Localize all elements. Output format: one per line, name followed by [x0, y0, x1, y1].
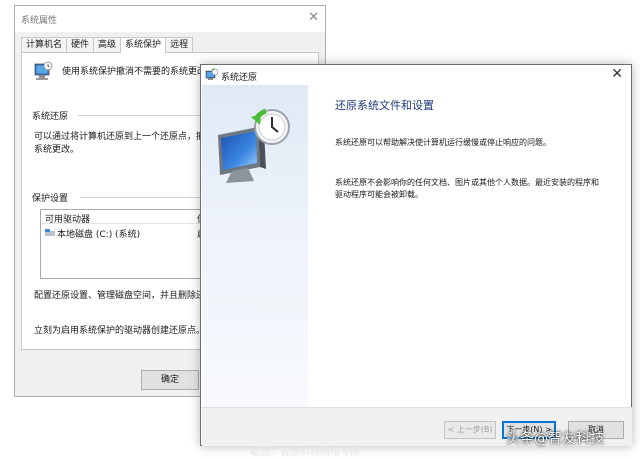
page-title: 还原系统文件和设置 [335, 99, 434, 112]
create-text: 立刻为启用系统保护的驱动器创建还原点。 [34, 326, 206, 336]
back-button[interactable]: < 上一步(B) [444, 421, 496, 439]
system-protection-icon [34, 61, 53, 80]
system-properties-titlebar: 系统属性 ✕ [15, 6, 325, 32]
faint-caption: 截图：智友科技网络专用 [250, 447, 360, 458]
close-icon[interactable]: ✕ [308, 10, 319, 25]
tab-advanced[interactable]: 高级 [93, 37, 122, 52]
tab-remote[interactable]: 远程 [165, 37, 194, 52]
wizard-sidebar [202, 85, 308, 407]
restore-text-line2: 系统更改。 [34, 145, 80, 155]
section-divider [80, 197, 208, 198]
system-restore-illustration-icon [218, 108, 290, 183]
drives-list[interactable]: 可用驱动器 保 本地磁盘 (C:) (系统) 启 [40, 209, 220, 279]
wizard-content: 还原系统文件和设置 系统还原可以帮助解决使计算机运行缓慢或停止响应的问题。 系统… [309, 85, 631, 407]
window-title: 系统属性 [21, 16, 58, 26]
info-paragraph-line2: 驱动程序可能会被卸载。 [335, 190, 423, 199]
section-divider [78, 115, 208, 116]
intro-paragraph: 系统还原可以帮助解决使计算机运行缓慢或停止响应的问题。 [335, 138, 551, 147]
restore-text-line1: 可以通过将计算机还原到上一个还原点，撤消 [34, 132, 215, 142]
dialog-title: 系统还原 [221, 73, 258, 83]
ok-button[interactable]: 确定 [141, 370, 199, 390]
drive-name: 本地磁盘 (C:) (系统) [57, 230, 141, 240]
system-restore-dialog: 系统还原 ✕ 还原系统文件和设置 系统还原可以帮助解决使计算机运行缓慢或停止响应… [200, 64, 632, 446]
tab-computer-name[interactable]: 计算机名 [21, 37, 68, 52]
list-item[interactable]: 本地磁盘 (C:) (系统) 启 [41, 226, 219, 240]
protection-settings-heading: 保护设置 [32, 194, 69, 204]
column-available-drives[interactable]: 可用驱动器 [45, 212, 90, 225]
info-paragraph-line1: 系统还原不会影响你的任何文档、图片或其他个人数据。最近安装的程序和 [335, 178, 599, 187]
system-restore-heading: 系统还原 [32, 112, 69, 122]
system-restore-titlebar: 系统还原 ✕ [201, 65, 631, 85]
protection-description: 使用系统保护撤消不需要的系统更改。 [62, 67, 216, 77]
tab-system-protection[interactable]: 系统保护 [120, 37, 167, 53]
tab-hardware[interactable]: 硬件 [66, 37, 95, 52]
watermark: 头条@智友科技 [506, 431, 604, 447]
drive-icon [45, 229, 55, 236]
tab-bar: 计算机名 硬件 高级 系统保护 远程 [21, 37, 194, 53]
system-restore-icon [205, 68, 219, 80]
drives-list-header: 可用驱动器 保 [41, 210, 219, 225]
close-icon[interactable]: ✕ [611, 66, 623, 82]
